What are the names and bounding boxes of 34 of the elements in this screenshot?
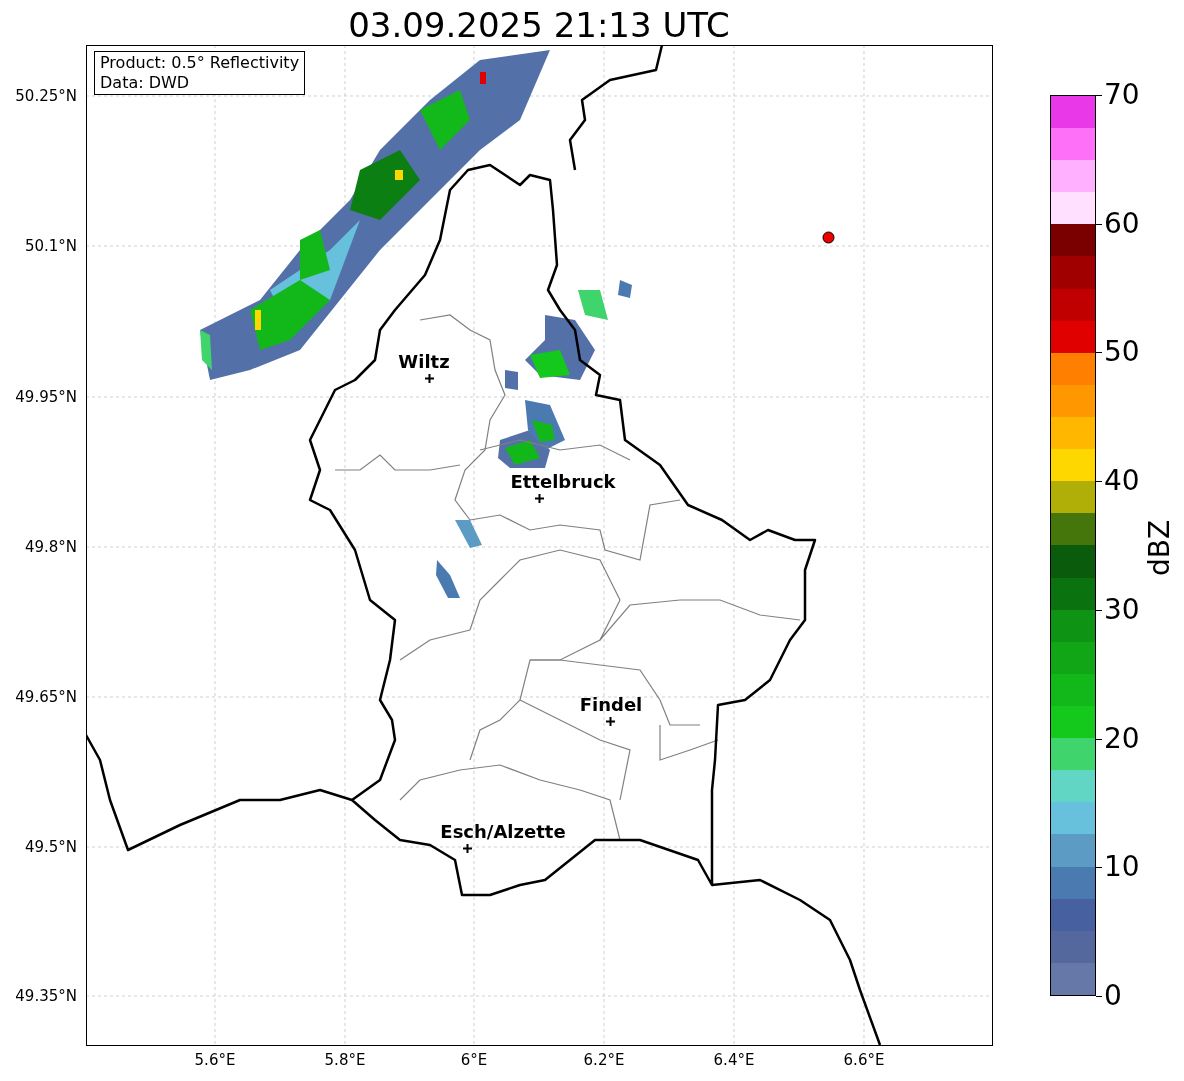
info-text: Data: DWD — [100, 73, 191, 93]
axis-tick-label: 50.1°N — [23, 237, 77, 255]
city-label: Findel — [579, 695, 643, 715]
axis-tick-label: 6.6°E — [843, 1051, 885, 1069]
city-marker-icon — [605, 716, 615, 726]
colorbar-tick-label: 0 — [1104, 980, 1122, 1012]
colorbar-tick-label: 20 — [1104, 722, 1140, 755]
city-label: Wiltz — [398, 352, 450, 372]
axis-tick-label: 5.8°E — [324, 1051, 366, 1069]
axis-tick-label: 49.5°N — [23, 838, 77, 856]
location-dot-icon — [822, 231, 835, 244]
colorbar-tick-label: 50 — [1104, 336, 1140, 369]
city-label: Ettelbruck — [510, 472, 616, 492]
city-marker-icon — [462, 843, 472, 853]
axis-tick-label: 49.95°N — [14, 388, 77, 406]
axis-tick-label: 6.2°E — [583, 1051, 625, 1069]
colorbar-tick-label: 30 — [1104, 593, 1140, 626]
city-marker-icon — [424, 373, 434, 383]
colorbar-tick-label: 70 — [1104, 79, 1140, 111]
chart-title: 03.09.2025 21:13 UTC — [348, 4, 730, 46]
colorbar-tick-label: 10 — [1104, 851, 1140, 884]
city-marker-icon — [534, 493, 544, 503]
axis-tick-label: 6.4°E — [713, 1051, 755, 1069]
axis-tick-label: 49.8°N — [23, 538, 77, 556]
colorbar-tick-label: 40 — [1104, 465, 1140, 498]
axis-tick-label: 5.6°E — [194, 1051, 236, 1069]
colorbar-label: dBZ — [1144, 519, 1176, 577]
axis-tick-label: 49.65°N — [14, 688, 77, 706]
city-label: Esch/Alzette — [440, 822, 566, 842]
axis-tick-label: 49.35°N — [14, 987, 77, 1005]
axis-tick-label: 50.25°N — [14, 87, 77, 105]
colorbar-tick-label: 60 — [1104, 207, 1140, 240]
info-text: Product: 0.5° Reflectivity — [100, 53, 300, 73]
axis-tick-label: 6°E — [460, 1051, 488, 1069]
